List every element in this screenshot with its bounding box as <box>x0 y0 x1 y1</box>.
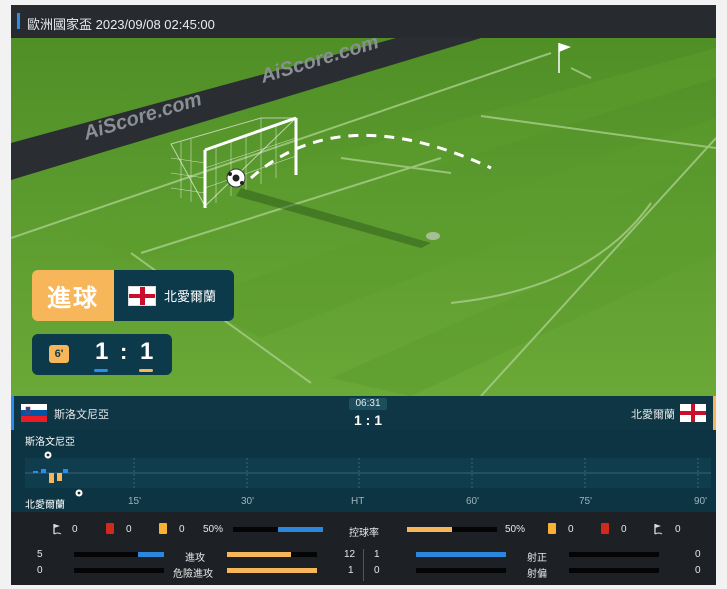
away-score-underline <box>139 369 153 372</box>
event-score-card: 6' 1 : 1 <box>32 334 172 375</box>
yellow-card-icon <box>548 523 556 534</box>
attack-away-value: 12 <box>344 549 356 560</box>
red-card-icon <box>106 523 114 534</box>
attack-home-value: 5 <box>37 549 43 560</box>
slovenia-flag-icon <box>21 404 47 422</box>
timeline-tick: 60' <box>466 496 480 507</box>
attack-label: 進攻 <box>185 553 205 564</box>
off-target-label: 射偏 <box>527 569 547 580</box>
event-team: 北愛爾蘭 <box>114 270 234 321</box>
on-target-home-value: 1 <box>374 549 380 560</box>
attack-home-bar <box>138 552 164 557</box>
event-away-score: 1 <box>140 338 154 365</box>
timeline-graph <box>25 451 711 488</box>
attack-away-bar <box>227 552 291 557</box>
timeline-home-label: 斯洛文尼亞 <box>25 437 75 448</box>
danger-label: 危險進攻 <box>173 569 213 580</box>
event-minute: 6' <box>49 345 69 363</box>
corner-flag-icon <box>53 524 62 535</box>
header-bar: 歐洲國家盃 2023/09/08 02:45:00 <box>11 5 716 38</box>
timeline-tick: HT <box>351 496 365 507</box>
danger-away-bar <box>227 568 317 573</box>
home-red-cards: 0 <box>126 524 132 535</box>
away-yellow-cards: 0 <box>568 524 574 535</box>
score-separator: : <box>120 339 128 364</box>
possession-label: 控球率 <box>349 528 379 539</box>
stats-divider <box>363 549 364 581</box>
home-yellow-cards: 0 <box>179 524 185 535</box>
away-corners: 0 <box>675 524 681 535</box>
pitch-animation: AiScore.com AiScore.com 進球 北愛爾蘭 6' 1: 1 <box>11 38 716 396</box>
event-team-name: 北愛爾蘭 <box>164 289 217 304</box>
home-possession: 50% <box>203 524 224 535</box>
match-score-bar: 斯洛文尼亞 06:31 1 : 1 北愛爾蘭 <box>11 396 716 430</box>
on-target-away-track <box>569 552 659 557</box>
header-accent <box>17 13 20 29</box>
corner-flag-icon <box>654 524 663 535</box>
off-target-away-value: 0 <box>695 565 701 576</box>
timeline-tick: 90' <box>694 496 708 507</box>
match-widget: 歐洲國家盃 2023/09/08 02:45:00 AiScore.com Ai… <box>11 5 716 585</box>
off-target-away-track <box>569 568 659 573</box>
match-clock: 06:31 <box>349 398 387 410</box>
live-score: 1 : 1 <box>353 412 382 428</box>
match-stats: 0 0 0 50% 控球率 50% 0 0 0 5 進攻 12 1 射正 0 0… <box>11 512 716 585</box>
away-possession-bar <box>407 527 452 532</box>
red-card-icon <box>601 523 609 534</box>
timeline-tick: 75' <box>579 496 593 507</box>
on-target-away-value: 0 <box>695 549 701 560</box>
northern-ireland-flag-icon <box>680 404 706 422</box>
danger-home-track <box>74 568 164 573</box>
home-score-underline <box>94 369 108 372</box>
timeline-tick: 30' <box>241 496 255 507</box>
away-possession: 50% <box>505 524 526 535</box>
away-red-cards: 0 <box>621 524 627 535</box>
home-team-name: 斯洛文尼亞 <box>54 409 109 421</box>
off-target-home-track <box>416 568 506 573</box>
on-target-label: 射正 <box>527 553 547 564</box>
home-possession-bar <box>278 527 323 532</box>
away-goal-ball-icon <box>75 489 83 497</box>
match-timeline: 斯洛文尼亞 北愛爾蘭 15' 30' HT 60' 75' 90' <box>11 430 716 512</box>
away-team-name: 北愛爾蘭 <box>631 409 675 421</box>
event-home-score: 1 <box>95 338 109 365</box>
competition-title: 歐洲國家盃 2023/09/08 02:45:00 <box>27 17 215 32</box>
event-type-label: 進球 <box>32 270 114 321</box>
off-target-home-value: 0 <box>374 565 380 576</box>
home-corners: 0 <box>72 524 78 535</box>
on-target-home-bar <box>416 552 506 557</box>
timeline-away-label: 北愛爾蘭 <box>25 500 65 511</box>
danger-home-value: 0 <box>37 565 43 576</box>
northern-ireland-flag-icon <box>128 285 156 306</box>
timeline-tick: 15' <box>128 496 142 507</box>
yellow-card-icon <box>159 523 167 534</box>
event-card: 進球 北愛爾蘭 <box>32 270 234 321</box>
danger-away-value: 1 <box>348 565 354 576</box>
